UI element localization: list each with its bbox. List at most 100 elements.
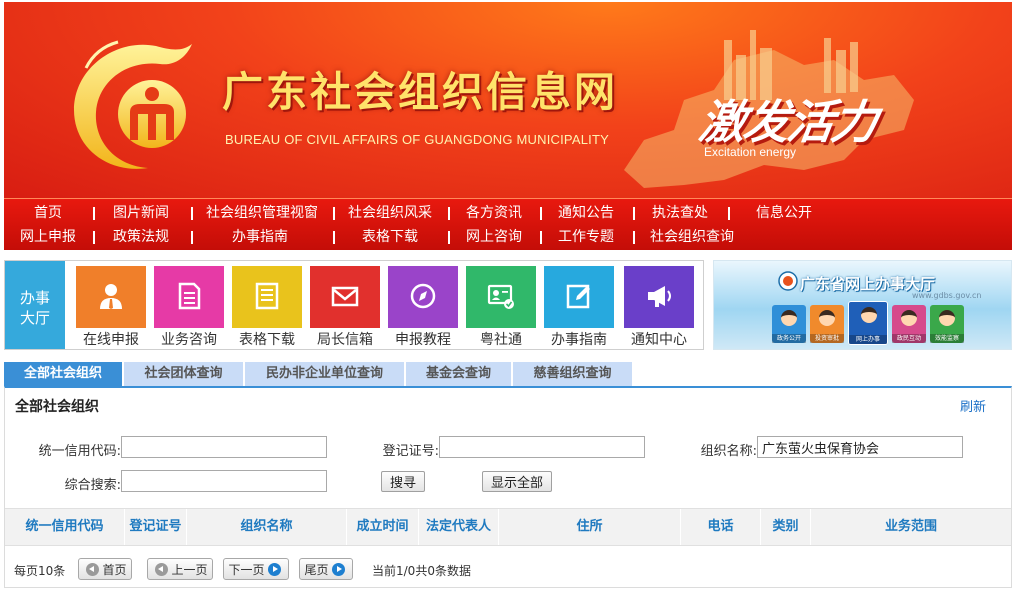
reg-no-input[interactable] [439,436,645,458]
tile-label[interactable]: 办事指南 [534,329,624,349]
id-card-icon [487,284,514,309]
nav-news[interactable]: 各方资讯 [456,201,532,225]
next-page-label: 下一页 [228,562,265,577]
panel-title: 全部社会组织 [15,399,99,415]
nav-policies[interactable]: 政策法规 [103,225,179,249]
nav-info-disclosure[interactable]: 信息公开 [746,201,822,225]
tile-notification-center[interactable] [624,266,694,328]
tile-label[interactable]: 申报教程 [378,329,468,349]
next-page-button[interactable]: 下一页 [223,558,289,580]
card-government-affairs[interactable]: 政务公开 [772,305,806,343]
general-search-label: 综合搜索: [64,478,121,493]
document-icon [178,282,201,310]
nav-separator [333,231,335,244]
tile-form-download[interactable] [232,266,302,328]
column-header: 统一信用代码 [5,509,125,545]
tile-label[interactable]: 表格下载 [222,329,312,349]
nav-online-application[interactable]: 网上申报 [10,225,86,249]
nav-separator [333,207,335,220]
bureau-logo-icon [74,40,192,169]
tile-label[interactable]: 业务咨询 [144,329,234,349]
first-page-button[interactable]: 首页 [78,558,132,580]
online-hall-url: www.gdbs.gov.cn [912,291,982,300]
card-caption: 网上办事 [849,335,887,344]
gd-logo-icon [778,271,798,291]
tile-online-application[interactable] [76,266,146,328]
card-efficiency-supervision[interactable]: 效能监察 [930,305,964,343]
nav-online-consulting[interactable]: 网上咨询 [456,225,532,249]
tile-yueshetong[interactable] [466,266,536,328]
nav-separator [633,207,635,220]
card-caption: 政民互动 [892,334,926,343]
online-service-hall-banner[interactable]: 广东省网上办事大厅 www.gdbs.gov.cn 政务公开 投资审批 网上办事… [713,260,1012,350]
card-investment-approval[interactable]: 投资审批 [810,305,844,343]
show-all-button[interactable]: 显示全部 [482,471,553,492]
results-table-header: 统一信用代码 登记证号 组织名称 成立时间 法定代表人 住所 电话 类别 业务范… [5,508,1011,546]
tile-label[interactable]: 在线申报 [66,329,156,349]
org-name-label: 组织名称: [700,444,757,459]
tile-label[interactable]: 通知中心 [614,329,704,349]
megaphone-icon [648,286,671,307]
nav-separator [93,231,95,244]
user-icon [100,284,122,309]
site-banner: 广东社会组织信息网 BUREAU OF CIVIL AFFAIRS OF GUA… [4,2,1012,198]
org-name-input[interactable] [757,436,963,458]
column-header: 组织名称 [187,509,347,545]
nav-photo-news[interactable]: 图片新闻 [101,201,181,225]
nav-separator [728,207,730,220]
service-hall-label-line2: 大厅 [19,309,50,327]
prev-page-button[interactable]: 上一页 [147,558,213,580]
card-public-interaction[interactable]: 政民互动 [892,305,926,343]
nav-law-enforcement[interactable]: 执法查处 [642,201,718,225]
nav-form-download[interactable]: 表格下载 [352,225,428,249]
nav-work-topics[interactable]: 工作专题 [548,225,624,249]
tile-label[interactable]: 粤社通 [456,329,546,349]
credit-code-label: 统一信用代码: [38,444,121,459]
card-online-service[interactable]: 网上办事 [848,301,888,345]
nav-management-window[interactable]: 社会组织管理视窗 [197,201,327,225]
card-caption: 投资审批 [810,334,844,343]
nav-separator [448,231,450,244]
tab-social-groups[interactable]: 社会团体查询 [123,362,243,386]
nav-org-search[interactable]: 社会组织查询 [640,225,744,249]
credit-code-input[interactable] [121,436,327,458]
tile-director-mailbox[interactable] [310,266,380,328]
refresh-link[interactable]: 刷新 [960,396,986,415]
nav-service-guide[interactable]: 办事指南 [222,225,298,249]
column-header: 住所 [499,509,681,545]
pagination: 每页10条 首页 上一页 下一页 尾页 当前1/0共0条数据 [5,556,1011,584]
search-button[interactable]: 搜寻 [381,471,426,492]
general-search-input[interactable] [121,470,327,492]
arrow-left-icon [86,562,100,576]
nav-separator [540,207,542,220]
reg-no-label: 登记证号: [382,444,439,459]
nav-row-2: 网上申报 政策法规 办事指南 表格下载 网上咨询 工作专题 社会组织查询 [4,225,1012,249]
main-nav: 首页 图片新闻 社会组织管理视窗 社会组织风采 各方资讯 通知公告 执法查处 信… [4,198,1012,250]
arrow-right-icon [331,562,345,576]
nav-home[interactable]: 首页 [12,201,84,225]
person-icon [861,307,877,323]
nav-separator [540,231,542,244]
tile-application-tutorial[interactable] [388,266,458,328]
nav-org-style[interactable]: 社会组织风采 [340,201,440,225]
last-page-label: 尾页 [304,562,329,577]
tab-foundations[interactable]: 基金会查询 [405,362,511,386]
last-page-button[interactable]: 尾页 [299,558,353,580]
tile-service-guide[interactable] [544,266,614,328]
site-title: 广东社会组织信息网 [222,68,618,116]
tile-label[interactable]: 局长信箱 [300,329,390,349]
edit-icon [566,284,590,309]
service-hall-label-line1: 办事 [19,289,50,307]
page-status-text: 当前1/0共0条数据 [372,564,471,578]
compass-icon [410,283,436,309]
tab-charities[interactable]: 慈善组织查询 [512,362,632,386]
tile-business-consulting[interactable] [154,266,224,328]
column-header: 类别 [761,509,811,545]
site-subtitle: BUREAU OF CIVIL AFFAIRS OF GUANGDONG MUN… [225,132,609,147]
arrow-left-icon [155,562,169,576]
person-icon [901,310,917,326]
nav-notices[interactable]: 通知公告 [548,201,624,225]
tab-private-non-enterprise[interactable]: 民办非企业单位查询 [244,362,404,386]
tab-all-orgs[interactable]: 全部社会组织 [4,362,122,386]
service-hall: 办事 大厅 在线申报 业务咨询 表格下载 局长信箱 申报教程 粤社通 办事指南 … [4,260,704,350]
